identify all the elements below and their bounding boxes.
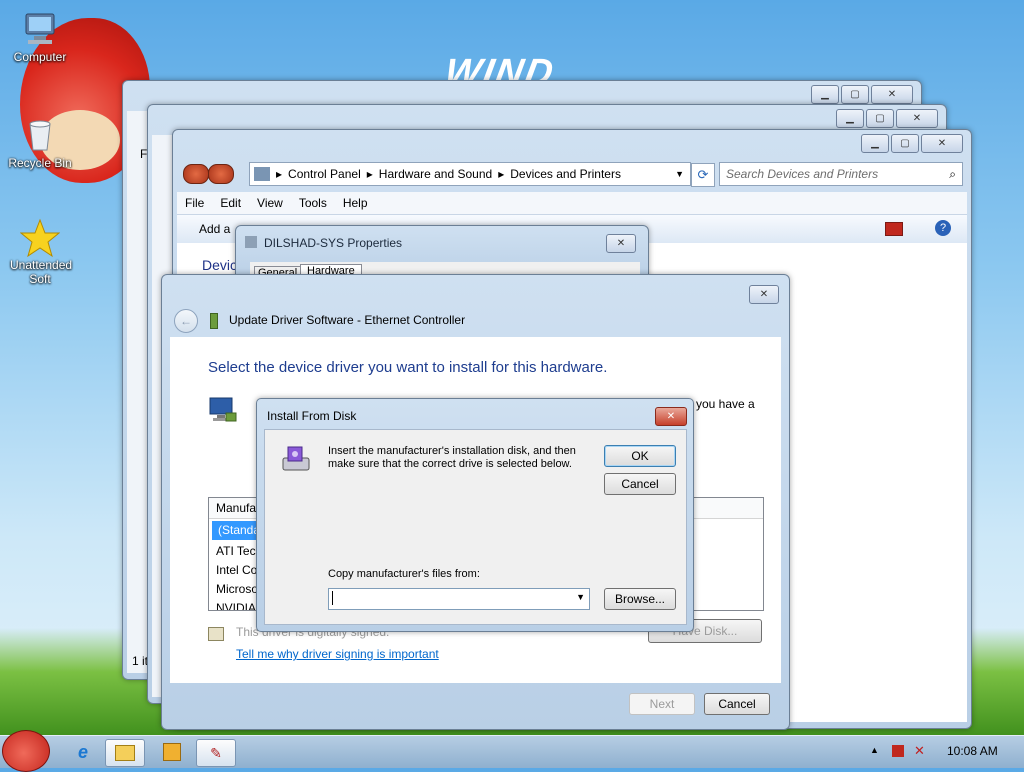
dialog-title: Install From Disk [267,409,357,423]
desktop-icon-label: Computer [13,50,67,64]
close-button[interactable]: ✕ [749,285,779,304]
desktop-icon-label: Recycle Bin [8,156,72,170]
help-icon[interactable]: ? [935,220,951,236]
minimize-button[interactable]: ▁ [811,85,839,104]
computer-icon [20,10,60,48]
taskbar-internet-explorer[interactable]: e [64,739,102,765]
maximize-button[interactable]: ▢ [841,85,869,104]
dialog-title: Update Driver Software - Ethernet Contro… [229,313,466,327]
driver-signed-icon [208,627,224,641]
taskbar: e ✎ ▲ ✕ 10:08 AM [0,730,1024,772]
taskbar-explorer[interactable] [105,739,145,767]
minimize-button[interactable]: ▁ [861,134,889,153]
star-icon [19,218,61,258]
folder-icon [115,745,135,761]
monitor-icon [208,395,238,425]
list-item[interactable]: (Standa [212,521,260,540]
close-button[interactable]: ✕ [655,407,687,426]
network-adapter-icon [210,313,218,329]
maximize-button[interactable]: ▢ [891,134,919,153]
breadcrumb-item[interactable]: Hardware and Sound [379,167,492,181]
next-button[interactable]: Next [629,693,695,715]
cancel-button[interactable]: Cancel [604,473,676,495]
menu-tools[interactable]: Tools [291,196,335,210]
add-device-button[interactable]: Add a [199,222,230,236]
refresh-button[interactable]: ⟳ [691,163,715,187]
forward-button[interactable] [208,164,234,184]
background-letter: F [140,147,148,161]
view-options-icon[interactable] [885,222,903,236]
cancel-button[interactable]: Cancel [704,693,770,715]
search-placeholder: Search Devices and Printers [726,167,879,181]
internet-explorer-icon: e [77,741,88,762]
tools-icon: ✎ [210,744,222,761]
back-button[interactable] [183,164,209,184]
chevron-down-icon[interactable]: ▼ [675,169,684,179]
address-bar[interactable]: ▸ Control Panel ▸ Hardware and Sound ▸ D… [249,162,691,186]
page-heading: Select the device driver you want to ins… [208,359,608,376]
clock[interactable]: 10:08 AM [947,744,998,758]
menu-file[interactable]: File [177,196,212,210]
breadcrumb-item[interactable]: Control Panel [288,167,361,181]
copy-from-label: Copy manufacturer's files from: [328,568,480,580]
start-button[interactable] [2,730,50,772]
install-from-disk-body: Insert the manufacturer's installation d… [264,429,687,625]
instruction-text: Insert the manufacturer's installation d… [328,445,576,470]
media-player-icon [163,743,181,761]
side-text: you have a [696,397,755,411]
path-combobox[interactable]: ▼ [328,588,590,610]
install-from-disk-dialog: Install From Disk ✕ Insert the manufactu… [256,398,694,632]
menu-help[interactable]: Help [335,196,376,210]
dialog-title: DILSHAD-SYS Properties [264,236,403,250]
search-icon: ⌕ [949,166,956,181]
volume-muted-icon[interactable]: ✕ [914,743,925,759]
close-button[interactable]: ✕ [896,109,938,128]
menu-view[interactable]: View [249,196,291,210]
search-input[interactable]: Search Devices and Printers ⌕ [719,162,963,186]
properties-icon [245,236,257,248]
control-panel-icon [254,167,270,181]
minimize-button[interactable]: ▁ [836,109,864,128]
close-button[interactable]: ✕ [921,134,963,153]
maximize-button[interactable]: ▢ [866,109,894,128]
desktop-icon-computer[interactable]: Computer [0,10,80,64]
ok-button[interactable]: OK [604,445,676,467]
devices-group-header[interactable]: Devic [202,257,237,273]
action-center-icon[interactable] [892,745,904,757]
chevron-down-icon[interactable]: ▼ [576,592,585,602]
disk-drive-icon [279,444,313,478]
desktop-icon-label: Unattended Soft [10,258,73,286]
menu-edit[interactable]: Edit [212,196,249,210]
back-arrow-button[interactable]: ← [174,309,198,333]
driver-signing-link[interactable]: Tell me why driver signing is important [236,647,439,661]
status-text: 1 it [132,654,149,668]
taskbar-media-player[interactable] [153,739,191,765]
breadcrumb-item[interactable]: Devices and Printers [510,167,621,181]
path-input-value[interactable] [332,591,333,605]
close-button[interactable]: ✕ [606,234,636,253]
recycle-bin-icon [20,116,60,154]
desktop-icon-unattended-soft[interactable]: Unattended Soft [0,218,80,286]
desktop-icon-recycle-bin[interactable]: Recycle Bin [0,116,80,170]
taskbar-control-panel[interactable]: ✎ [196,739,236,767]
browse-button[interactable]: Browse... [604,588,676,610]
menu-bar: File Edit View Tools Help [177,192,967,214]
show-hidden-icons-button[interactable]: ▲ [870,745,879,755]
close-button[interactable]: ✕ [871,85,913,104]
